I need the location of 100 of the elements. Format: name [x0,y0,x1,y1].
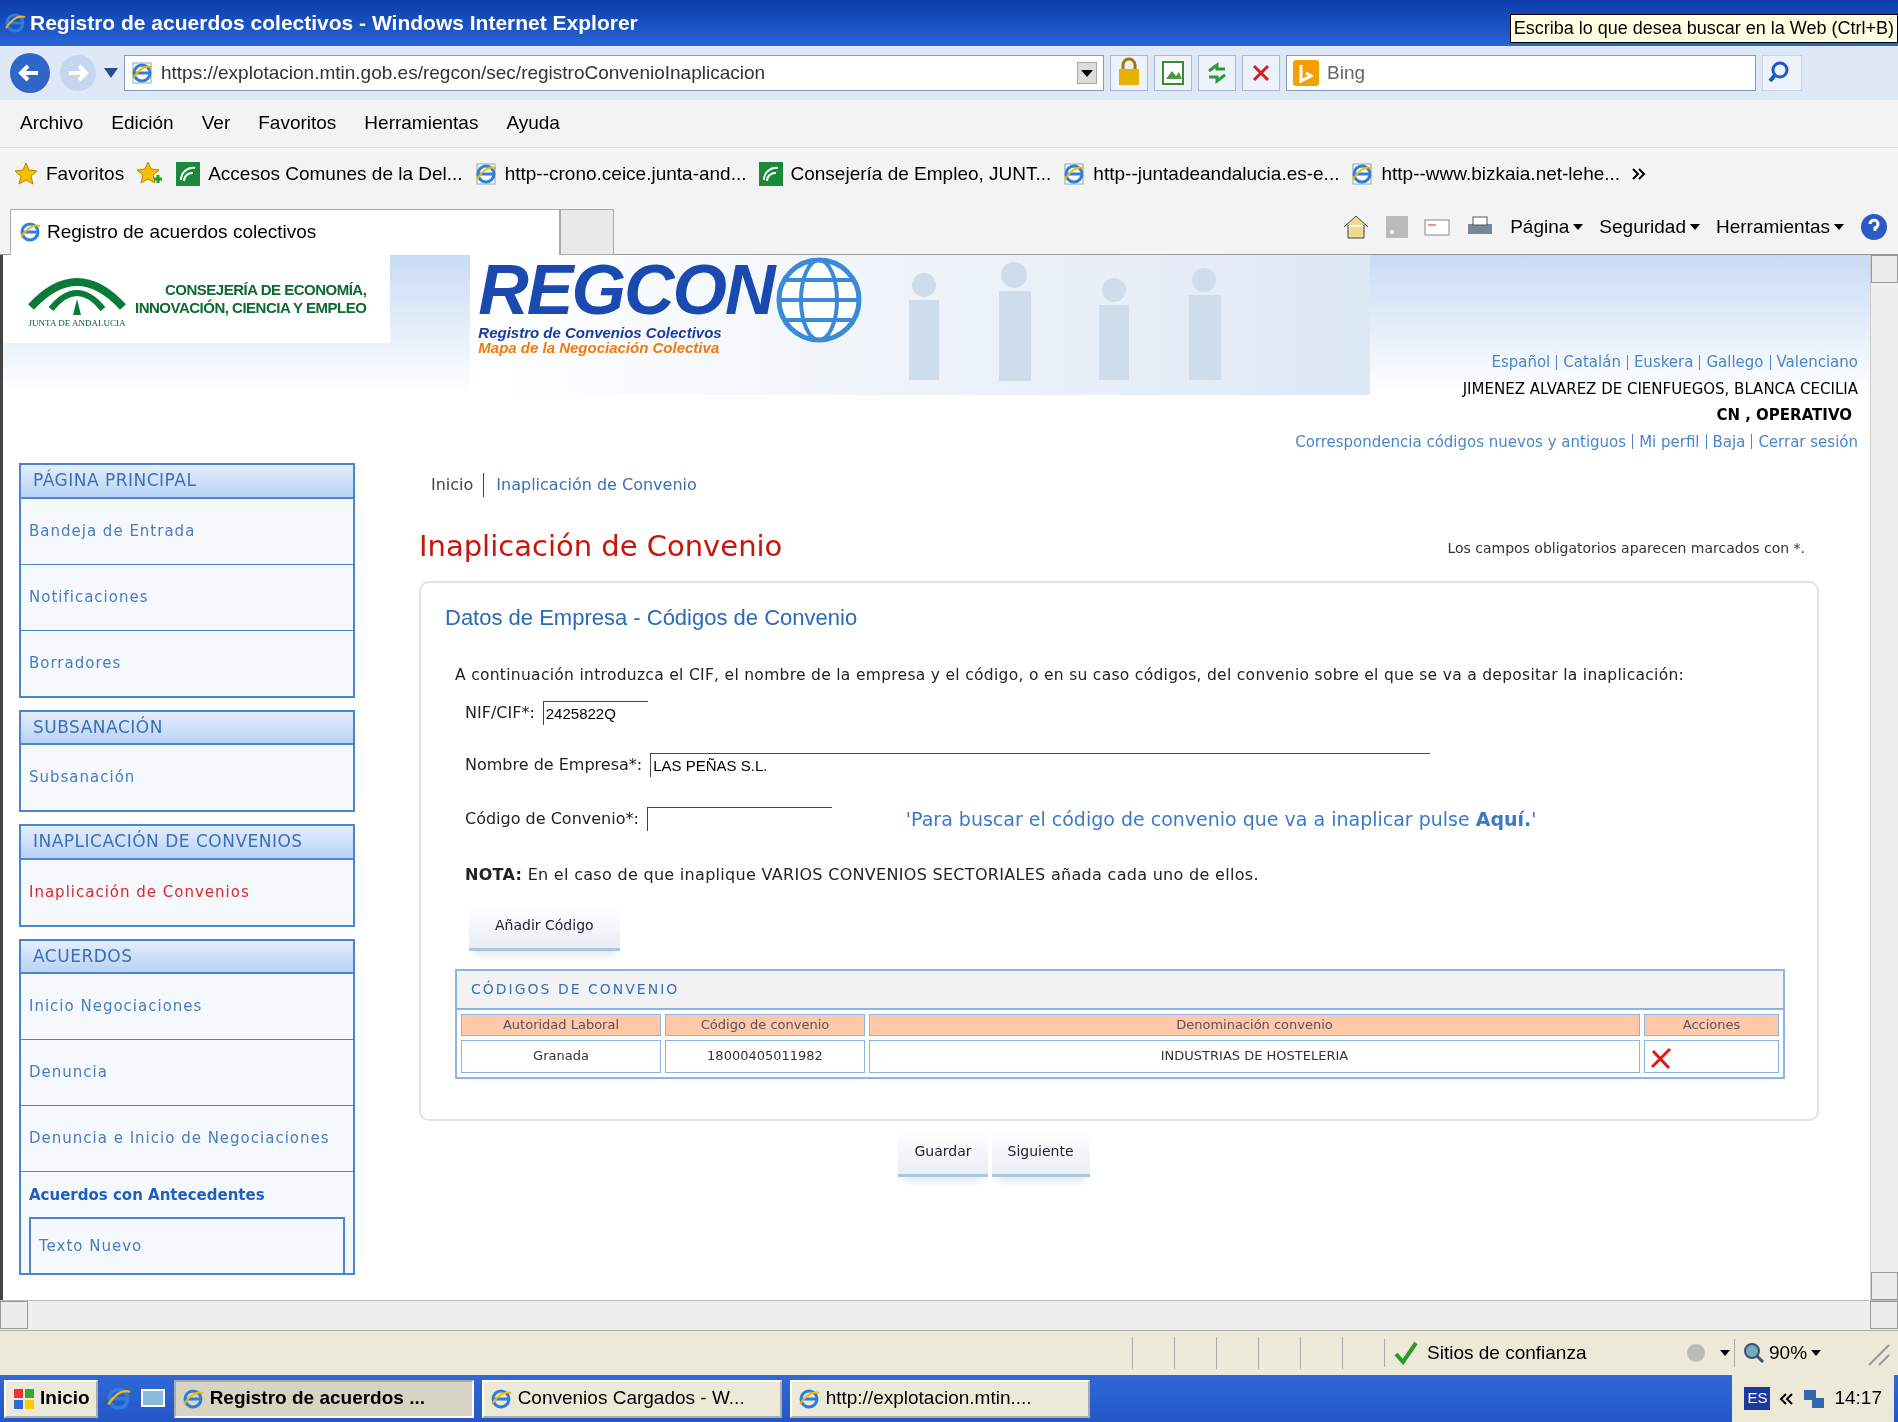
browser-icon [181,1387,204,1410]
app-logo-subtitle: Mapa de la Negociación Colectiva [478,340,721,355]
menu-item[interactable]: Archivo [20,109,84,138]
sidebar-item[interactable]: Bandeja de Entrada [21,498,353,565]
search-icon[interactable] [1762,55,1802,91]
sidebar-item[interactable]: Borradores [21,630,353,696]
vertical-scrollbar[interactable] [1870,255,1898,1300]
taskbar-button[interactable]: Registro de acuerdos ... [173,1379,474,1418]
language-link[interactable]: Gallego [1706,351,1764,374]
address-field[interactable]: https://explotacion.mtin.gob.es/regcon/sec/registroConvenioInaplicacion [124,55,1104,91]
menu-item[interactable]: Edición [111,109,174,138]
start-button[interactable]: Inicio [4,1379,98,1418]
column-header: Acciones [1644,1014,1779,1036]
column-header: Denominación convenio [869,1014,1640,1036]
column-header: Autoridad Laboral [461,1014,661,1036]
command-menu[interactable]: Página [1510,212,1584,242]
menu-item[interactable]: Ayuda [506,109,560,138]
caret-icon [1811,1350,1822,1356]
menu-item[interactable]: Ver [201,109,231,138]
browser-icon [489,1387,512,1410]
favorite-link[interactable]: http--crono.ceice.junta-and... [474,159,747,189]
sidebar-section-title: SUBSANACIÓN [21,711,353,745]
input-field[interactable]: LAS PEÑAS S.L. [650,752,1431,777]
browser-icon[interactable] [105,1385,132,1412]
header-link[interactable]: Mi perfil [1639,430,1700,453]
sidebar-item[interactable]: Denuncia [21,1040,353,1106]
network-icon[interactable] [1802,1387,1827,1410]
taskbar-button[interactable]: http://explotacion.mtin.... [789,1379,1090,1418]
sidebar-item[interactable]: Texto Nuevo [29,1216,345,1273]
home-icon[interactable] [1342,214,1371,240]
browser-icon [797,1387,820,1410]
favorite-link[interactable]: Consejería de Empleo, JUNT... [758,159,1052,189]
favorite-link[interactable]: http--www.bizkaia.net-lehe... [1351,159,1621,189]
browser-icon [4,12,26,34]
caret-icon [1689,224,1700,230]
organization-name: CONSEJERÍA DE ECONOMÍA, [164,281,367,299]
help-icon[interactable] [1860,213,1888,241]
command-menu[interactable]: Seguridad [1599,212,1700,242]
input-field[interactable]: 2425822Q [542,700,648,725]
sidebar-item[interactable]: Denuncia e Inicio de Negociaciones [21,1106,353,1172]
caret-icon [1834,224,1844,230]
favorite-link[interactable]: Accesos Comunes de la Del... [176,159,463,189]
taskbar-button[interactable]: Convenios Cargados - W... [481,1379,782,1418]
search-field[interactable]: Bing [1286,55,1756,91]
page-icon [1351,163,1374,185]
field-label: Nombre de Empresa*: [465,753,643,776]
back-icon[interactable] [8,51,52,95]
checkmark-icon [1393,1340,1419,1366]
language-link[interactable]: Euskera [1633,351,1694,374]
sidebar-item[interactable]: Inicio Negociaciones [21,974,353,1040]
sidebar-item[interactable]: Inaplicación de Convenios [21,859,353,925]
browser-tab[interactable]: Registro de acuerdos colectivos [10,208,560,255]
organization-name: JUNTA DE ANDALUCIA [28,317,126,331]
horizontal-scrollbar[interactable] [0,1300,1898,1330]
dropdown-icon[interactable] [1077,62,1097,84]
language-link[interactable]: Español [1491,351,1551,374]
panel-title: Datos de Empresa - Códigos de Convenio [445,603,859,632]
language-link[interactable]: Valenciano [1776,351,1858,374]
caret-icon [1573,224,1584,230]
field-label: NIF/CIF*: [465,701,535,724]
page-title: Inaplicación de Convenio [419,528,783,565]
sidebar-item[interactable]: Notificaciones [21,564,353,631]
required-note: Los campos obligatorios aparecen marcados con *. [1447,538,1806,558]
menu-item[interactable]: Favoritos [258,109,337,138]
column-header: Código de convenio [665,1014,865,1036]
header-link[interactable]: Baja [1712,430,1746,453]
user-role: CN , OPERATIVO [1716,405,1853,426]
search-hint[interactable]: 'Para buscar el código de convenio que va a inaplicar pulse Aquí.' [905,804,1537,834]
dropdown-icon[interactable] [104,68,118,78]
sidebar-item[interactable]: Subsanación [21,745,353,810]
window-title: Registro de acuerdos colectivos - Windows Internet Explorer [30,10,638,37]
sidebar-section-title: PÁGINA PRINCIPAL [21,465,353,499]
signal-icon [176,162,201,186]
chevron-icon[interactable] [1632,167,1647,181]
sidebar-section-title: ACUERDOS [21,940,353,974]
clock: 14:17 [1834,1386,1882,1411]
add-code-button[interactable]: Añadir Código [469,903,620,952]
favorites-button[interactable]: Favoritos [14,159,125,189]
header-link[interactable]: Correspondencia códigos nuevos y antiguos [1295,430,1627,453]
zoom-icon [1743,1342,1765,1364]
menu-item[interactable]: Herramientas [364,109,479,138]
sidebar-section-title: INAPLICACIÓN DE CONVENIOS [21,826,353,860]
add-favorite-icon[interactable] [136,161,165,187]
form-button[interactable]: Siguiente [991,1128,1090,1177]
breadcrumb-link[interactable]: Inaplicación de Convenio [496,473,697,497]
language-link[interactable]: Catalán [1563,351,1621,374]
browser-icon [19,221,41,243]
chevron-icon[interactable] [1778,1391,1795,1406]
user-name: JIMENEZ ALVAREZ DE CIENFUEGOS, BLANCA CECILIA [1462,378,1858,400]
language-indicator[interactable]: ES [1744,1387,1771,1410]
header-link[interactable]: Cerrar sesión [1758,430,1858,453]
table-cell: Granada [461,1039,661,1073]
form-button[interactable]: Guardar [898,1128,988,1177]
note-text: NOTA: En el caso de que inaplique VARIOS CONVENIOS SECTORIALES añada cada uno de ellos. [464,864,1260,887]
zoom-control[interactable]: 90% [1734,1338,1864,1368]
delete-icon[interactable] [1649,1045,1673,1070]
command-menu[interactable]: Herramientas [1715,212,1844,242]
breadcrumb-link[interactable]: Inicio [431,473,485,497]
sidebar-group-title[interactable]: Acuerdos con Antecedentes [29,1184,345,1207]
favorite-link[interactable]: http--juntadeandalucia.es-e... [1063,159,1340,189]
